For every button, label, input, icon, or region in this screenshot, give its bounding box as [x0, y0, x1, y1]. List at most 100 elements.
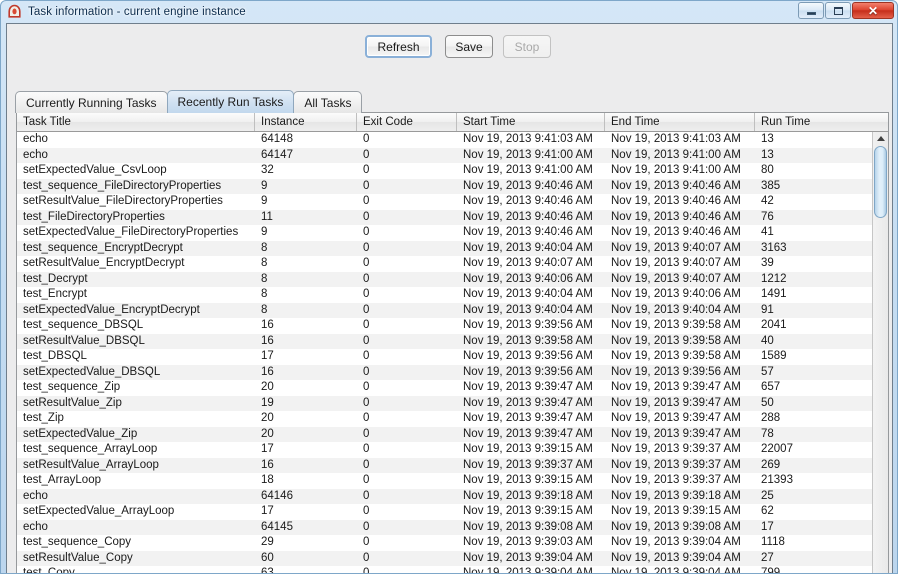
table-row[interactable]: setResultValue_Zip 19 0 Nov 19, 2013 9:39:4… [17, 395, 874, 411]
table-row[interactable]: test_ArrayLoop 18 0 Nov 19, 2013 9:39:15 AM… [17, 473, 874, 489]
table-row[interactable]: test_DBSQL 17 0 Nov 19, 2013 9:39:56 AM Nov … [17, 349, 874, 365]
cell-start: Nov 19, 2013 9:39:15 AM [463, 474, 593, 486]
cell-end: Nov 19, 2013 9:40:04 AM [611, 303, 741, 316]
column-header-task-title[interactable]: Task Title [17, 113, 255, 131]
cell-run: 50 [761, 396, 774, 409]
cell-instance: 16 [261, 458, 274, 471]
maximize-button[interactable] [825, 2, 851, 19]
minimize-icon [806, 12, 816, 15]
cell-start: Nov 19, 2013 9:39:47 AM [463, 412, 593, 424]
table-row[interactable]: test_sequence_EncryptDecrypt 8 0 Nov 19, 20… [17, 240, 874, 256]
table-body: echo 64148 0 Nov 19, 2013 9:41:03 AM Nov 19,… [17, 132, 874, 574]
cell-exit: 0 [363, 319, 370, 331]
application-window: Task information - current engine instan… [0, 0, 898, 574]
cell-end: Nov 19, 2013 9:39:08 AM [611, 520, 741, 533]
minimize-button[interactable] [798, 2, 824, 19]
table-row[interactable]: test_Encrypt 8 0 Nov 19, 2013 9:40:04 AM Nov… [17, 287, 874, 303]
cell-exit: 0 [363, 365, 370, 378]
cell-title: test_sequence_ArrayLoop [23, 443, 158, 455]
column-header-instance[interactable]: Instance [255, 113, 357, 131]
cell-start: Nov 19, 2013 9:39:47 AM [463, 396, 593, 409]
tasks-table: Task Title Instance Exit Code Start Time… [16, 112, 889, 574]
cell-exit: 0 [363, 381, 370, 393]
cell-title: test_sequence_Copy [23, 536, 132, 548]
column-header-run-time[interactable]: Run Time [755, 113, 874, 131]
cell-exit: 0 [363, 567, 370, 574]
cell-exit: 0 [363, 257, 370, 269]
cell-exit: 0 [363, 458, 370, 471]
cell-end: Nov 19, 2013 9:41:00 AM [611, 148, 741, 161]
title-bar[interactable]: Task information - current engine instan… [1, 1, 897, 22]
cell-exit: 0 [363, 412, 370, 424]
cell-start: Nov 19, 2013 9:41:00 AM [463, 164, 593, 176]
cell-instance: 60 [261, 551, 274, 564]
cell-title: test_Zip [23, 412, 64, 424]
table-row[interactable]: test_sequence_ArrayLoop 17 0 Nov 19, 2013 9… [17, 442, 874, 458]
cell-start: Nov 19, 2013 9:40:46 AM [463, 226, 593, 238]
cell-title: setExpectedValue_DBSQL [23, 365, 161, 378]
stop-button: Stop [503, 35, 551, 58]
cell-start: Nov 19, 2013 9:39:04 AM [463, 551, 593, 564]
cell-instance: 19 [261, 396, 274, 409]
column-header-end-time[interactable]: End Time [605, 113, 755, 131]
tab-currently-running-tasks[interactable]: Currently Running Tasks [15, 91, 168, 113]
table-row[interactable]: test_sequence_Copy 29 0 Nov 19, 2013 9:39:0… [17, 535, 874, 551]
scroll-up-arrow-icon[interactable] [873, 132, 888, 145]
table-row[interactable]: echo 64148 0 Nov 19, 2013 9:41:03 AM Nov 19,… [17, 132, 874, 148]
table-row[interactable]: echo 64147 0 Nov 19, 2013 9:41:00 AM Nov 19,… [17, 147, 874, 163]
cell-run: 657 [761, 381, 781, 393]
cell-exit: 0 [363, 303, 370, 316]
cell-start: Nov 19, 2013 9:40:46 AM [463, 195, 593, 207]
table-row[interactable]: setExpectedValue_ArrayLoop 17 0 Nov 19, 201… [17, 504, 874, 520]
column-header-exit-code[interactable]: Exit Code [357, 113, 457, 131]
tab-recently-run-tasks[interactable]: Recently Run Tasks [166, 90, 295, 113]
table-row[interactable]: echo 64145 0 Nov 19, 2013 9:39:08 AM Nov 19,… [17, 519, 874, 535]
table-row[interactable]: setExpectedValue_DBSQL 16 0 Nov 19, 2013 9:… [17, 364, 874, 380]
table-row[interactable]: setExpectedValue_FileDirectoryProperties… [17, 225, 874, 241]
cell-end: Nov 19, 2013 9:40:46 AM [611, 195, 741, 207]
table-row[interactable]: setExpectedValue_EncryptDecrypt 8 0 Nov 19,… [17, 302, 874, 318]
scrollbar-thumb[interactable] [874, 146, 887, 218]
cell-end: Nov 19, 2013 9:39:37 AM [611, 474, 741, 486]
cell-end: Nov 19, 2013 9:39:15 AM [611, 505, 741, 517]
cell-end: Nov 19, 2013 9:41:03 AM [611, 133, 741, 145]
cell-instance: 64148 [261, 133, 293, 145]
cell-end: Nov 19, 2013 9:39:47 AM [611, 427, 741, 440]
close-button[interactable]: ✕ [852, 2, 894, 19]
table-row[interactable]: setExpectedValue_Zip 20 0 Nov 19, 2013 9:39… [17, 426, 874, 442]
cell-start: Nov 19, 2013 9:39:08 AM [463, 520, 593, 533]
table-row[interactable]: setResultValue_Copy 60 0 Nov 19, 2013 9:39:… [17, 550, 874, 566]
table-row[interactable]: setExpectedValue_CsvLoop 32 0 Nov 19, 2013 … [17, 163, 874, 179]
tab-all-tasks[interactable]: All Tasks [293, 91, 363, 113]
table-row[interactable]: test_sequence_Zip 20 0 Nov 19, 2013 9:39:47… [17, 380, 874, 396]
cell-exit: 0 [363, 164, 370, 176]
table-row[interactable]: test_sequence_DBSQL 16 0 Nov 19, 2013 9:39:… [17, 318, 874, 334]
cell-run: 41 [761, 226, 774, 238]
scrollbar-track[interactable] [873, 220, 888, 573]
column-header-start-time[interactable]: Start Time [457, 113, 605, 131]
save-button[interactable]: Save [445, 35, 493, 58]
cell-title: echo [23, 133, 48, 145]
cell-end: Nov 19, 2013 9:40:46 AM [611, 226, 741, 238]
vertical-scrollbar[interactable] [872, 132, 888, 573]
table-row[interactable]: setResultValue_EncryptDecrypt 8 0 Nov 19, 2… [17, 256, 874, 272]
cell-run: 1491 [761, 288, 787, 300]
table-row[interactable]: setResultValue_DBSQL 16 0 Nov 19, 2013 9:39… [17, 333, 874, 349]
table-row[interactable]: test_sequence_FileDirectoryProperties 9 0 N… [17, 178, 874, 194]
cell-instance: 8 [261, 241, 268, 254]
table-row[interactable]: test_Copy 63 0 Nov 19, 2013 9:39:04 AM Nov 1… [17, 566, 874, 574]
table-row[interactable]: echo 64146 0 Nov 19, 2013 9:39:18 AM Nov 19,… [17, 488, 874, 504]
table-row[interactable]: test_Zip 20 0 Nov 19, 2013 9:39:47 AM Nov 19… [17, 411, 874, 427]
cell-end: Nov 19, 2013 9:39:37 AM [611, 458, 741, 471]
cell-run: 62 [761, 505, 774, 517]
cell-instance: 63 [261, 567, 274, 574]
table-row[interactable]: setResultValue_ArrayLoop 16 0 Nov 19, 2013 … [17, 457, 874, 473]
table-row[interactable]: setResultValue_FileDirectoryProperties 9 0… [17, 194, 874, 210]
table-row[interactable]: test_FileDirectoryProperties 11 0 Nov 19, 2… [17, 209, 874, 225]
table-row[interactable]: test_Decrypt 8 0 Nov 19, 2013 9:40:06 AM Nov… [17, 271, 874, 287]
cell-instance: 32 [261, 164, 274, 176]
cell-run: 1118 [761, 536, 785, 548]
refresh-button[interactable]: Refresh [365, 35, 432, 58]
cell-run: 13 [761, 148, 774, 161]
cell-run: 385 [761, 179, 781, 192]
